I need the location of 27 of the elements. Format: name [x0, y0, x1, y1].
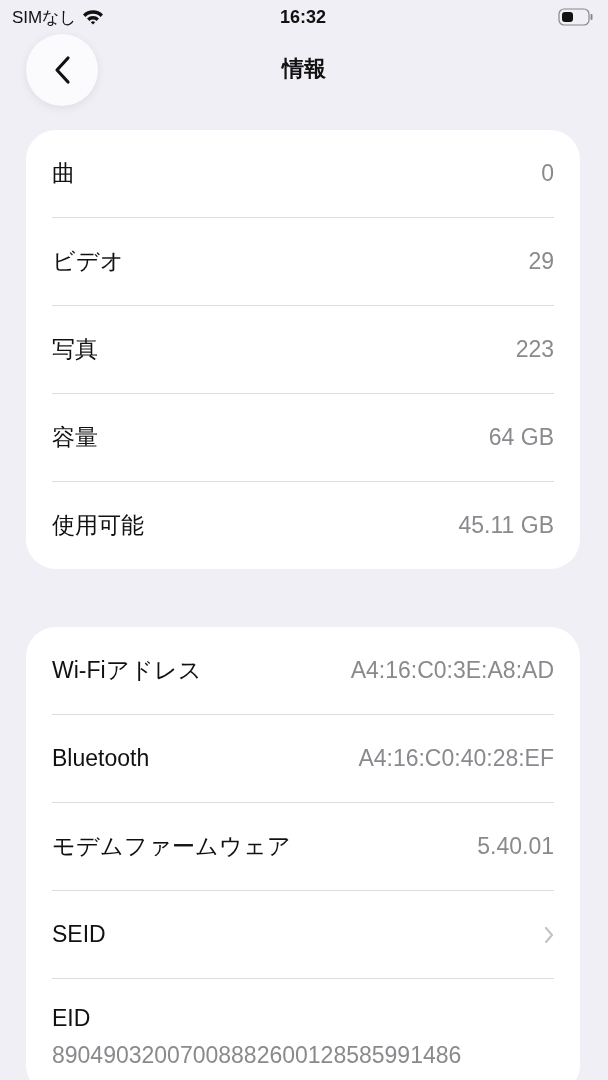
row-value: A4:16:C0:40:28:EF [358, 745, 554, 772]
row-label: EID [52, 1005, 91, 1032]
row-value: 5.40.01 [477, 833, 554, 860]
row-label: Wi-Fiアドレス [52, 656, 202, 685]
row-value: 45.11 GB [458, 512, 554, 539]
row-value: 29 [528, 248, 554, 275]
row-label: 曲 [52, 159, 75, 188]
settings-row[interactable]: SEID [52, 891, 554, 979]
status-time: 16:32 [279, 6, 326, 28]
row-value: 0 [541, 160, 554, 187]
row-label: ビデオ [52, 247, 124, 276]
row-label: 使用可能 [52, 511, 144, 540]
row-label: 容量 [52, 423, 98, 452]
row-label: Bluetooth [52, 745, 150, 772]
nav-title: 情報 [282, 55, 326, 83]
row-label: 写真 [52, 335, 98, 364]
chevron-left-icon [53, 55, 71, 85]
row-value: 64 GB [488, 424, 554, 451]
carrier-label: SIMなし [12, 6, 77, 29]
wifi-icon [82, 9, 105, 25]
row-value: A4:16:C0:3E:A8:AD [350, 657, 554, 684]
row-value: 89049032007008882600128585991486 [52, 1042, 462, 1069]
battery-icon [558, 8, 594, 26]
row-label: モデムファームウェア [52, 832, 291, 861]
chevron-right-icon [544, 925, 554, 944]
row-value: 223 [515, 336, 554, 363]
row-label: SEID [52, 921, 106, 948]
